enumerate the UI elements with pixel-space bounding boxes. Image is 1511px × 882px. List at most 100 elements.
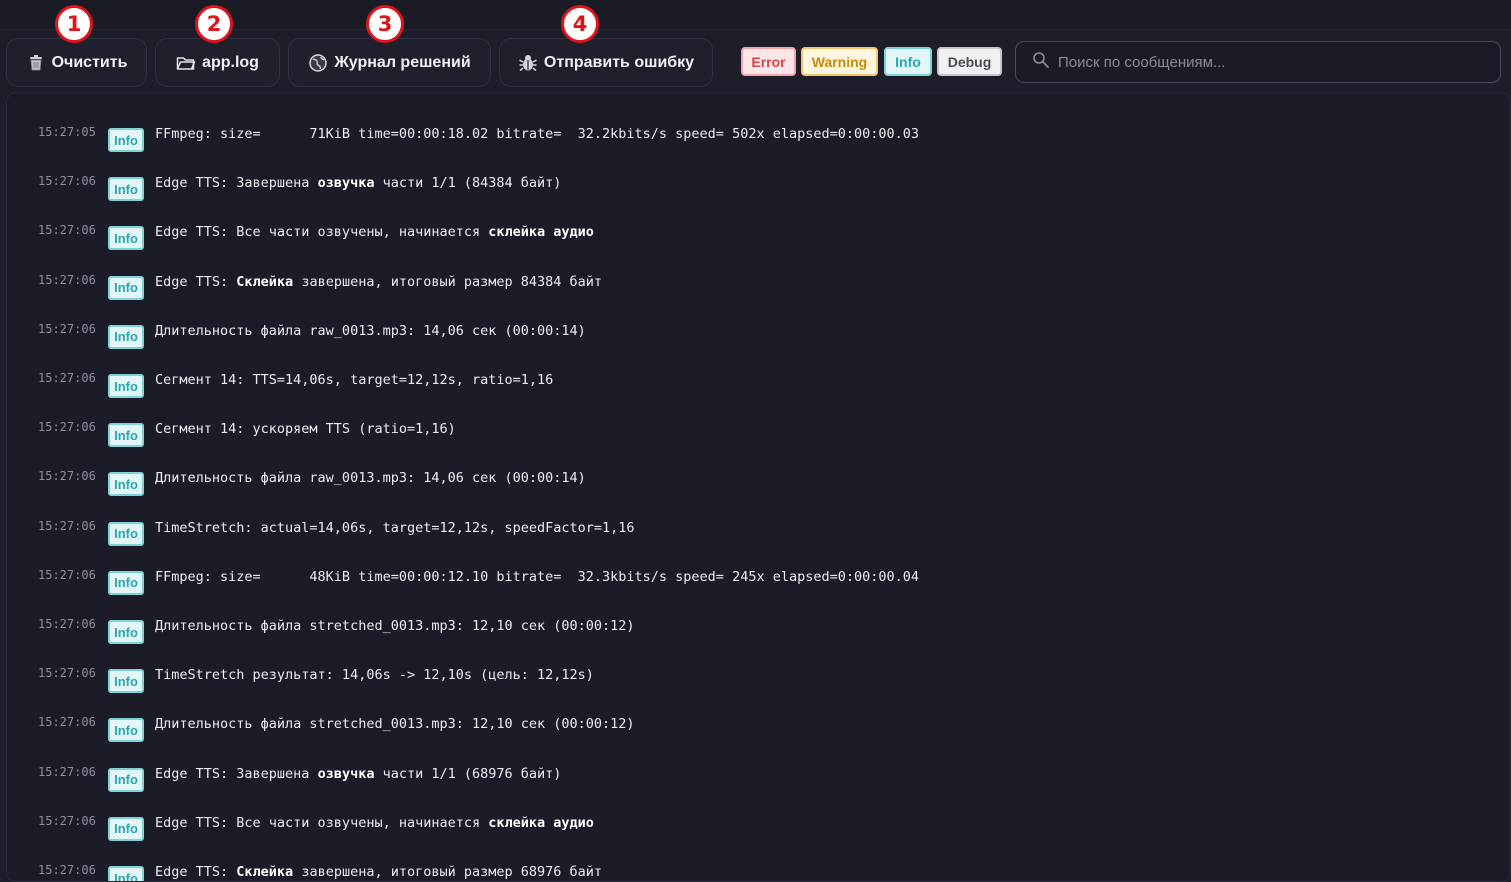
- decision-journal-button[interactable]: Журнал решений: [288, 38, 491, 87]
- log-level-badge: Info: [108, 472, 144, 497]
- app-log-button-label: app.log: [202, 53, 259, 71]
- log-message: TimeStretch результат: 14,06s -> 12,10s …: [155, 667, 594, 683]
- log-message: Длительность файла raw_0013.mp3: 14,06 с…: [155, 323, 586, 339]
- step-marker-2: 2: [195, 5, 233, 43]
- search-icon: [1032, 51, 1050, 74]
- log-timestamp: 15:27:06: [38, 272, 96, 287]
- log-message: Сегмент 14: TTS=14,06s, target=12,12s, r…: [155, 372, 553, 388]
- log-level-badge: Info: [108, 521, 144, 546]
- log-entry: 15:27:06 Info Длительность файла stretched…: [7, 617, 1507, 647]
- log-message-text: FFmpeg: size= 48KiB time=00:00:12.10 bit…: [155, 568, 920, 585]
- log-entry: 15:27:05 Info FFmpeg: size= 71KiB time=00:…: [7, 125, 1507, 155]
- log-message-text: FFmpeg: size= 71KiB time=00:00:18.02 bit…: [155, 126, 920, 142]
- log-timestamp: 15:27:06: [38, 223, 96, 238]
- filter-warning[interactable]: Warning: [801, 47, 878, 76]
- globe-icon: [308, 53, 328, 73]
- log-message: FFmpeg: size= 48KiB time=00:00:12.10 bit…: [155, 569, 919, 585]
- log-timestamp: 15:27:06: [38, 371, 96, 385]
- log-message-highlight: склейка аудио: [488, 224, 594, 241]
- log-entry: 15:27:06 Info Сегмент 14: ускоряем TTS (ra…: [7, 420, 1507, 450]
- log-message: Длительность файла stretched_0013.mp3: 1…: [155, 618, 635, 634]
- log-message-text: завершена, итоговый размер 68976 байт: [293, 864, 603, 880]
- log-timestamp: 15:27:06: [38, 666, 96, 681]
- report-error-button[interactable]: Отправить ошибку: [499, 38, 713, 87]
- log-message: Edge TTS: Все части озвучены, начинается…: [155, 224, 594, 240]
- log-message: Edge TTS: Завершена озвучка части 1/1 (8…: [155, 175, 561, 191]
- log-entry: 15:27:06 Info Edge TTS: Склейка завершена,…: [7, 863, 1507, 881]
- log-level-badge: Info: [108, 324, 144, 349]
- log-entry: 15:27:06 Info Edge TTS: Все части озвучены…: [7, 814, 1507, 844]
- log-message-text: TimeStretch: actual=14,06s, target=12,12…: [155, 519, 635, 536]
- log-message-text: Edge TTS:: [155, 864, 237, 880]
- filter-debug[interactable]: Debug: [937, 47, 1002, 76]
- log-message: Edge TTS: Склейка завершена, итоговый ра…: [155, 864, 602, 880]
- log-entry: 15:27:06 Info Edge TTS: Завершена озвучка …: [7, 765, 1507, 795]
- log-message-text: Сегмент 14: ускоряем TTS (ratio=1,16): [155, 421, 456, 438]
- log-message: Длительность файла stretched_0013.mp3: 1…: [155, 716, 635, 732]
- log-message: Edge TTS: Все части озвучены, начинается…: [155, 815, 594, 831]
- log-panel[interactable]: 15:27:05 Info FFmpeg: size= 71KiB time=00:…: [6, 92, 1511, 882]
- log-message-text: Длительность файла stretched_0013.mp3: 1…: [155, 716, 635, 733]
- log-level-badge: Info: [108, 816, 144, 841]
- log-timestamp: 15:27:06: [38, 715, 96, 730]
- bug-icon: [518, 53, 538, 73]
- log-message-text: Длительность файла raw_0013.mp3: 14,06 с…: [155, 470, 586, 487]
- app-log-button[interactable]: app.log: [155, 38, 280, 87]
- log-level-badge: Info: [108, 128, 144, 152]
- log-level-badge: Info: [108, 669, 144, 694]
- log-message: FFmpeg: size= 71KiB time=00:00:18.02 bit…: [155, 126, 919, 142]
- log-level-badge: Info: [108, 767, 144, 792]
- log-message-text: Edge TTS: Все части озвучены, начинается: [155, 224, 489, 241]
- log-timestamp: 15:27:06: [38, 469, 96, 484]
- log-entry: 15:27:06 Info Edge TTS: Все части озвучены…: [7, 223, 1507, 253]
- log-message-highlight: озвучка: [317, 765, 375, 782]
- log-message-text: Edge TTS: Все части озвучены, начинается: [155, 814, 489, 831]
- log-message-text: части 1/1 (84384 байт): [374, 175, 562, 192]
- filter-info[interactable]: Info: [884, 47, 932, 76]
- log-timestamp: 15:27:06: [38, 174, 96, 189]
- log-entry: 15:27:06 Info Длительность файла raw_0013.…: [7, 322, 1507, 352]
- log-level-badge: Info: [108, 374, 144, 398]
- log-timestamp: 15:27:06: [38, 567, 96, 582]
- log-timestamp: 15:27:05: [38, 125, 96, 139]
- log-message-text: Длительность файла stretched_0013.mp3: 1…: [155, 618, 635, 634]
- clear-button[interactable]: Очистить: [6, 38, 147, 87]
- log-timestamp: 15:27:06: [38, 764, 96, 779]
- step-marker-1: 1: [55, 5, 93, 43]
- log-message: Сегмент 14: ускоряем TTS (ratio=1,16): [155, 421, 456, 437]
- filter-error[interactable]: Error: [741, 47, 796, 76]
- log-entry: 15:27:06 Info Edge TTS: Завершена озвучка …: [7, 174, 1507, 204]
- log-level-badge: Info: [108, 177, 144, 202]
- log-message: Edge TTS: Склейка завершена, итоговый ра…: [155, 274, 602, 290]
- search-box[interactable]: [1015, 41, 1501, 83]
- log-timestamp: 15:27:06: [38, 321, 96, 336]
- report-error-label: Отправить ошибку: [543, 53, 695, 71]
- log-message-text: Edge TTS: Завершена: [155, 765, 318, 782]
- log-entry: 15:27:06 Info Длительность файла stretched…: [7, 715, 1507, 745]
- trash-icon: [26, 53, 46, 73]
- log-entry: 15:27:06 Info TimeStretch результат: 14,06…: [7, 666, 1507, 696]
- log-entry: 15:27:06 Info FFmpeg: size= 48KiB time=00:…: [7, 568, 1507, 598]
- log-message-text: части 1/1 (68976 байт): [374, 765, 562, 782]
- log-level-badge: Info: [108, 570, 144, 595]
- log-message-text: Edge TTS:: [155, 273, 237, 290]
- log-level-badge: Info: [108, 866, 144, 881]
- log-message-highlight: Склейка: [236, 273, 294, 290]
- search-input[interactable]: [1058, 53, 1478, 71]
- log-entry: 15:27:06 Info Сегмент 14: TTS=14,06s, targ…: [7, 371, 1507, 401]
- log-level-badge: Info: [108, 620, 144, 644]
- decision-journal-label: Журнал решений: [334, 53, 471, 71]
- step-marker-4: 4: [561, 5, 599, 43]
- log-message-highlight: Склейка: [236, 864, 294, 880]
- step-marker-3: 3: [366, 5, 404, 43]
- log-message-highlight: озвучка: [317, 175, 375, 192]
- log-timestamp: 15:27:06: [38, 518, 96, 533]
- log-level-badge: Info: [108, 423, 144, 448]
- log-message-text: Edge TTS: Завершена: [155, 175, 318, 192]
- log-entry: 15:27:06 Info Edge TTS: Склейка завершена,…: [7, 273, 1507, 303]
- log-timestamp: 15:27:06: [38, 863, 96, 877]
- log-message-text: завершена, итоговый размер 84384 байт: [293, 273, 603, 290]
- log-entry: 15:27:06 Info Длительность файла raw_0013.…: [7, 469, 1507, 499]
- log-message-text: TimeStretch результат: 14,06s -> 12,10s …: [155, 667, 594, 684]
- log-message-highlight: склейка аудио: [488, 814, 594, 831]
